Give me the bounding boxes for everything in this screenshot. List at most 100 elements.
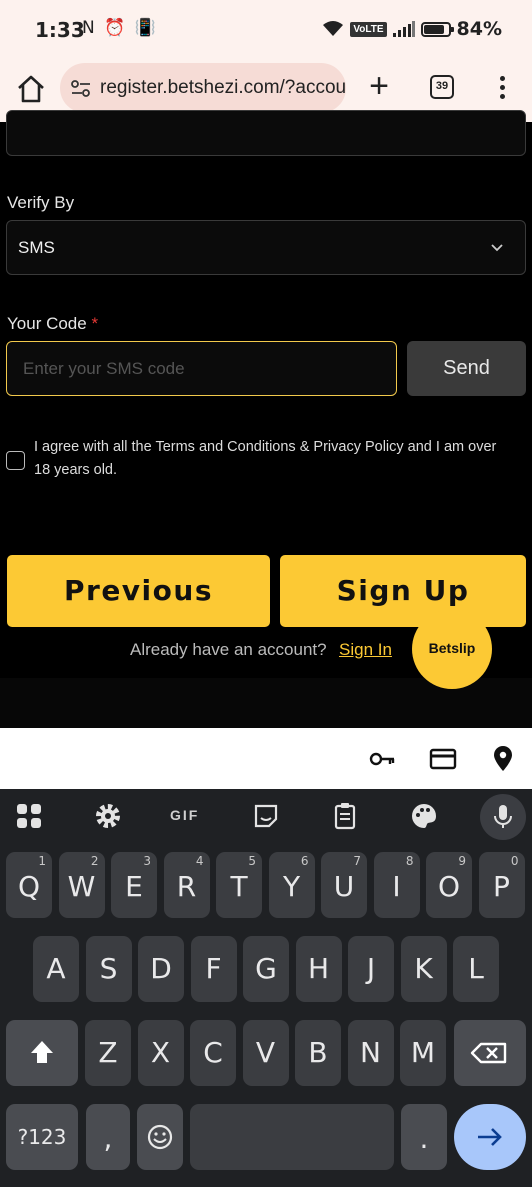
- screen: 1:33 N ⏰ 📳 VoLTE 84% register.betshezi.c…: [0, 0, 532, 1187]
- verify-by-select[interactable]: SMS: [6, 220, 526, 275]
- key-label: X: [150, 1036, 171, 1069]
- period-key[interactable]: .: [401, 1104, 447, 1170]
- url-bar[interactable]: register.betshezi.com/?accour: [60, 63, 346, 113]
- url-text: register.betshezi.com/?accour: [100, 77, 346, 98]
- microphone-icon: [494, 805, 512, 828]
- card-icon[interactable]: [429, 745, 457, 773]
- key-t[interactable]: 5T: [216, 852, 262, 918]
- key-label: S: [99, 952, 118, 985]
- send-code-button[interactable]: Send: [407, 341, 526, 396]
- key-hint: 0: [510, 854, 519, 868]
- key-i[interactable]: 8I: [373, 852, 420, 918]
- battery-percent: 84%: [456, 18, 502, 40]
- key-label: U: [333, 870, 355, 903]
- key-hint: 6: [300, 854, 309, 868]
- key-label: F: [205, 952, 222, 985]
- key-r[interactable]: 4R: [163, 852, 210, 918]
- key-label: K: [414, 952, 433, 985]
- on-screen-keyboard: GIF 1Q2W3E4R5T6Y7U8I9O0P ASDFGHJKL ZXCVB…: [0, 789, 532, 1187]
- space-bar[interactable]: [190, 1104, 394, 1170]
- symbols-key-label: ?123: [17, 1125, 67, 1149]
- backspace-key[interactable]: [454, 1020, 526, 1086]
- clipboard-icon[interactable]: [330, 801, 360, 831]
- key-g[interactable]: G: [243, 936, 289, 1002]
- key-a[interactable]: A: [33, 936, 79, 1002]
- verify-by-label: Verify By: [7, 193, 75, 212]
- key-hint: 5: [248, 854, 256, 868]
- new-tab-button[interactable]: +: [364, 69, 394, 104]
- key-hint: 7: [353, 854, 361, 868]
- key-z[interactable]: Z: [85, 1020, 131, 1086]
- key-f[interactable]: F: [190, 936, 237, 1002]
- microphone-button[interactable]: [480, 794, 526, 840]
- betslip-button[interactable]: Betslip: [412, 609, 492, 689]
- previous-button[interactable]: Previous: [7, 555, 270, 627]
- key-label: M: [410, 1036, 436, 1069]
- key-w[interactable]: 2W: [58, 852, 105, 918]
- sign-in-link[interactable]: Sign In: [339, 640, 392, 660]
- shift-key[interactable]: [6, 1020, 78, 1086]
- key-label: Z: [98, 1036, 118, 1069]
- comma-key[interactable]: ,: [86, 1104, 130, 1170]
- key-label: B: [308, 1036, 328, 1069]
- key-o[interactable]: 9O: [426, 852, 472, 918]
- key-q[interactable]: 1Q: [6, 852, 52, 918]
- emoji-key[interactable]: [137, 1104, 183, 1170]
- key-label: N: [360, 1036, 381, 1069]
- gif-button[interactable]: GIF: [170, 807, 200, 837]
- key-x[interactable]: X: [137, 1020, 184, 1086]
- key-u[interactable]: 7U: [321, 852, 367, 918]
- location-pin-icon[interactable]: [489, 745, 517, 773]
- key-h[interactable]: H: [295, 936, 342, 1002]
- key-k[interactable]: K: [400, 936, 447, 1002]
- autofill-bar: [0, 728, 532, 789]
- key-c[interactable]: C: [190, 1020, 236, 1086]
- key-l[interactable]: L: [453, 936, 499, 1002]
- apps-grid-icon[interactable]: [14, 801, 44, 831]
- key-hint: 8: [405, 854, 414, 868]
- key-n[interactable]: N: [347, 1020, 394, 1086]
- sms-code-input[interactable]: [6, 341, 397, 396]
- key-b[interactable]: B: [295, 1020, 341, 1086]
- sign-up-button[interactable]: Sign Up: [280, 555, 526, 627]
- key-label: I: [392, 870, 401, 903]
- key-e[interactable]: 3E: [111, 852, 157, 918]
- key-label: Q: [17, 870, 41, 903]
- battery-fill: [423, 24, 444, 34]
- battery-icon: [420, 21, 454, 37]
- key-label: A: [46, 952, 66, 985]
- key-icon[interactable]: [368, 745, 396, 773]
- settings-gear-icon[interactable]: [93, 801, 123, 831]
- previous-field[interactable]: [6, 110, 526, 156]
- key-s[interactable]: S: [85, 936, 132, 1002]
- key-label: D: [150, 952, 172, 985]
- key-label: R: [176, 870, 197, 903]
- volte-badge: VoLTE: [350, 21, 387, 37]
- symbols-key[interactable]: ?123: [6, 1104, 78, 1170]
- backspace-icon: [470, 1042, 507, 1064]
- home-icon[interactable]: [14, 72, 48, 106]
- key-y[interactable]: 6Y: [268, 852, 315, 918]
- overflow-menu-icon[interactable]: [493, 73, 511, 103]
- period-key-label: .: [419, 1122, 429, 1155]
- key-hint: 9: [458, 854, 466, 868]
- palette-icon[interactable]: [409, 801, 439, 831]
- key-label: E: [125, 870, 143, 903]
- key-v[interactable]: V: [242, 1020, 289, 1086]
- comma-key-label: ,: [103, 1122, 113, 1155]
- key-d[interactable]: D: [138, 936, 184, 1002]
- notification-icons: N ⏰ 📳: [82, 18, 158, 38]
- enter-key[interactable]: [454, 1104, 526, 1170]
- key-m[interactable]: M: [400, 1020, 446, 1086]
- chevron-down-icon: [491, 244, 503, 252]
- key-label: G: [255, 952, 277, 985]
- tab-switcher-button[interactable]: 39: [430, 75, 454, 99]
- status-time: 1:33: [35, 18, 85, 42]
- terms-checkbox[interactable]: [6, 451, 25, 470]
- sticker-icon[interactable]: [251, 801, 281, 831]
- key-j[interactable]: J: [348, 936, 394, 1002]
- key-p[interactable]: 0P: [478, 852, 525, 918]
- key-label: O: [437, 870, 461, 903]
- signal-icon: [392, 21, 415, 37]
- site-settings-icon[interactable]: [70, 78, 92, 100]
